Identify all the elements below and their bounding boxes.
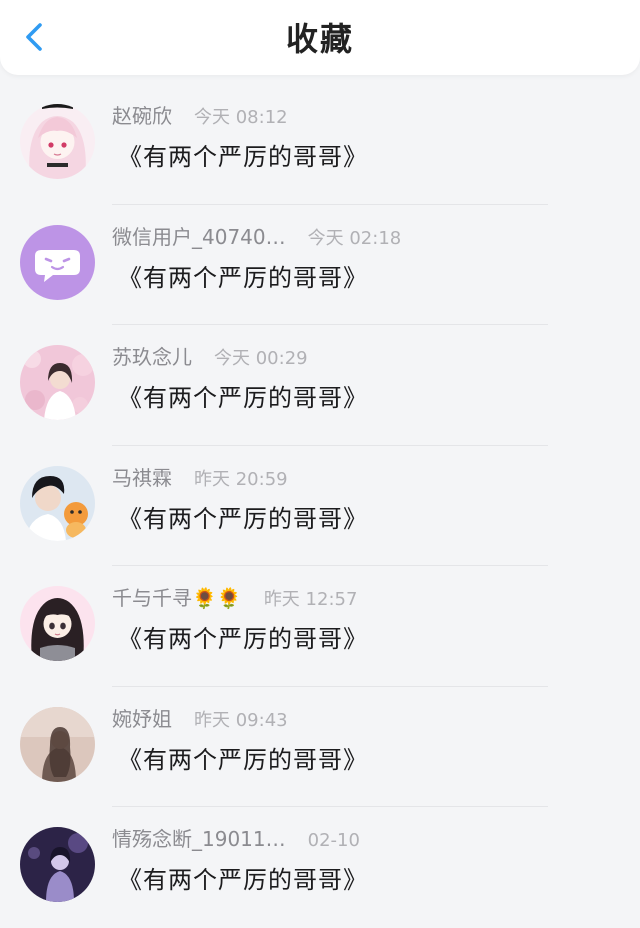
sepia-girl-avatar (20, 706, 95, 782)
anime-girl-black-hair-avatar (20, 586, 95, 661)
list-item[interactable]: 千与千寻🌻🌻 昨天 12:57 《有两个严厉的哥哥》 (0, 566, 640, 687)
favorites-screen: 收藏 赵碗欣 今天 08:12 《有两个严厉的哥哥》 微信用户_40740… 今… (0, 0, 640, 903)
timestamp: 今天 00:29 (214, 348, 308, 369)
list-item[interactable]: 婉妤姐 昨天 09:43 《有两个严厉的哥哥》 (0, 687, 640, 807)
timestamp: 今天 02:18 (307, 227, 402, 249)
list-item[interactable]: 苏玖念儿 今天 00:29 《有两个严厉的哥哥》 (0, 325, 640, 446)
user-name[interactable]: 赵碗欣 (112, 99, 172, 133)
item-meta: 情殇念断_19011… 02-10 (112, 822, 360, 856)
user-name[interactable]: 婉妤姐 (112, 702, 172, 736)
avatar[interactable] (20, 465, 95, 541)
timestamp: 昨天 20:59 (194, 468, 288, 490)
default-purple-chat-avatar (20, 224, 95, 300)
item-meta: 千与千寻🌻🌻 昨天 12:57 (112, 581, 357, 615)
item-meta: 苏玖念儿 今天 00:29 (112, 340, 308, 374)
user-name[interactable]: 马祺霖 (112, 461, 172, 495)
top-bar: 收藏 (0, 0, 640, 75)
item-content: 《有两个严厉的哥哥》 (118, 263, 368, 292)
item-content: 《有两个严厉的哥哥》 (118, 625, 368, 653)
avatar[interactable] (20, 706, 95, 782)
pink-hair-anime-girl-avatar (20, 104, 95, 179)
user-name[interactable]: 苏玖念儿 (112, 340, 192, 374)
timestamp: 02-10 (307, 830, 360, 851)
item-content: 《有两个严厉的哥哥》 (118, 384, 368, 412)
boy-with-orange-toy-avatar (20, 465, 95, 541)
user-name[interactable]: 微信用户_40740… (112, 220, 286, 254)
page-title: 收藏 (285, 20, 354, 58)
list-item[interactable]: 情殇念断_19011… 02-10 《有两个严厉的哥哥》 (0, 807, 640, 928)
timestamp: 昨天 09:43 (194, 709, 288, 731)
favorites-list: 赵碗欣 今天 08:12 《有两个严厉的哥哥》 微信用户_40740… 今天 02:… (0, 84, 640, 928)
list-item[interactable]: 微信用户_40740… 今天 02:18 《有两个严厉的哥哥》 (0, 205, 640, 325)
item-content: 《有两个严厉的哥哥》 (118, 745, 368, 774)
timestamp: 昨天 12:57 (263, 589, 358, 610)
user-name[interactable]: 千与千寻🌻🌻 (112, 581, 242, 615)
item-meta: 马祺霖 昨天 20:59 (112, 461, 288, 495)
list-item[interactable]: 赵碗欣 今天 08:12 《有两个严厉的哥哥》 (0, 84, 640, 205)
user-name[interactable]: 情殇念断_19011… (112, 822, 286, 856)
avatar[interactable] (20, 104, 95, 179)
item-content: 《有两个严厉的哥哥》 (118, 504, 368, 533)
item-meta: 微信用户_40740… 今天 02:18 (112, 220, 401, 254)
avatar[interactable] (20, 224, 95, 300)
avatar[interactable] (20, 586, 95, 661)
avatar[interactable] (20, 827, 95, 902)
timestamp: 今天 08:12 (194, 107, 288, 128)
list-item[interactable]: 马祺霖 昨天 20:59 《有两个严厉的哥哥》 (0, 446, 640, 566)
dark-purple-figure-avatar (20, 827, 95, 902)
pink-blossom-girl-avatar (20, 345, 95, 420)
item-content: 《有两个严厉的哥哥》 (118, 866, 368, 894)
item-meta: 赵碗欣 今天 08:12 (112, 99, 288, 133)
item-content: 《有两个严厉的哥哥》 (118, 143, 368, 171)
item-meta: 婉妤姐 昨天 09:43 (112, 702, 288, 736)
avatar[interactable] (20, 345, 95, 420)
